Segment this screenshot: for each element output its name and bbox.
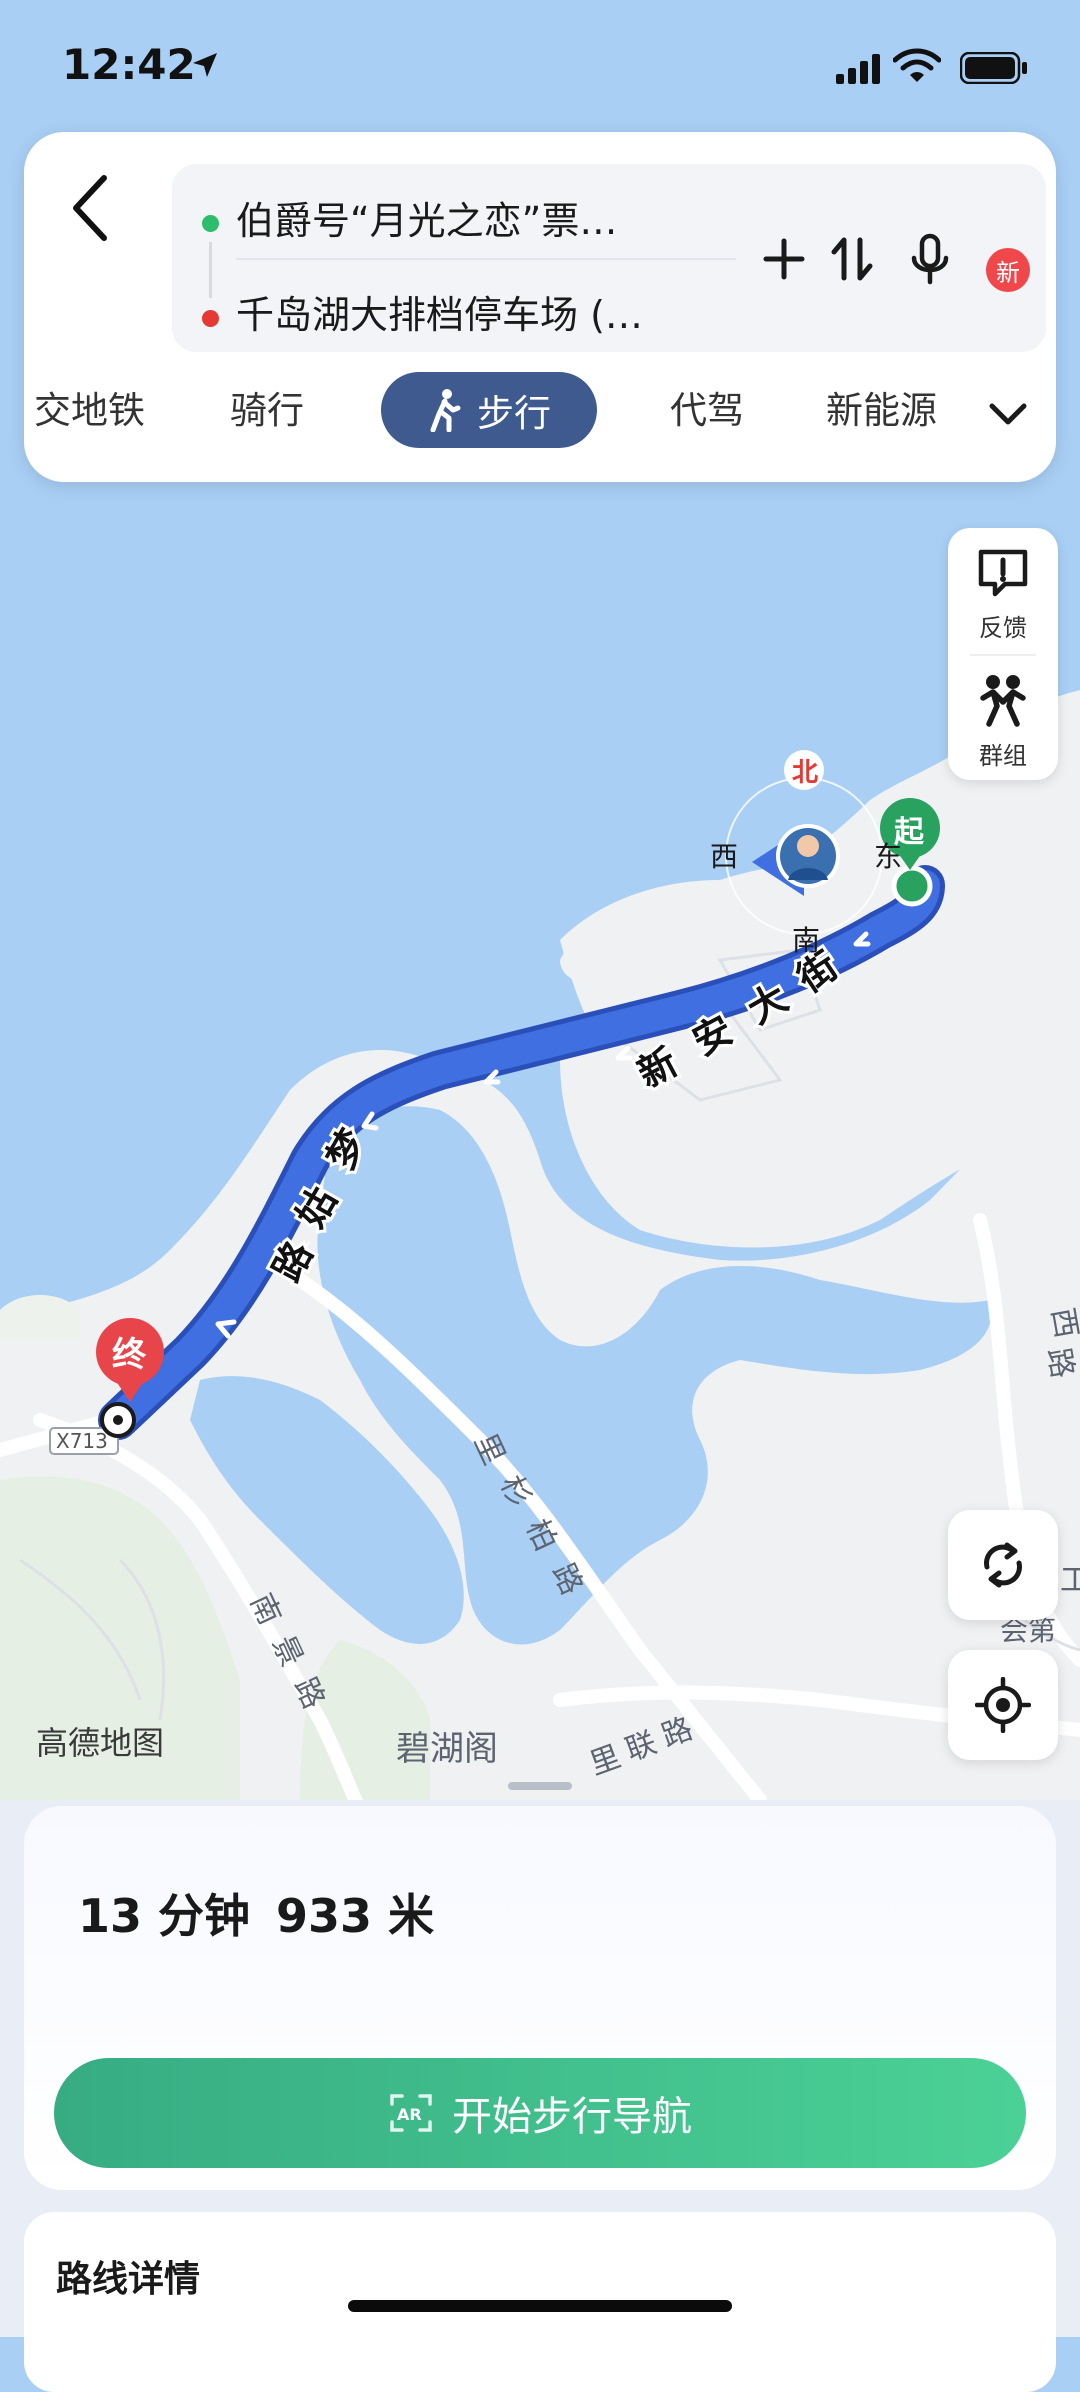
map-tools-panel: 反馈 群组	[948, 528, 1058, 780]
map-watermark: 高德地图	[36, 1724, 165, 1762]
svg-text:北: 北	[792, 758, 818, 788]
home-indicator[interactable]	[348, 2300, 732, 2312]
svg-text:终: 终	[112, 1335, 147, 1375]
place-label-right-1: 工	[1060, 1563, 1080, 1598]
back-arrow-icon[interactable]	[60, 168, 120, 248]
group-button[interactable]: 群组	[948, 656, 1058, 776]
add-waypoint-icon[interactable]	[754, 226, 814, 292]
chevron-down-icon[interactable]	[984, 390, 1032, 438]
end-location-field[interactable]: 千岛湖大排档停车场 (…	[236, 284, 643, 339]
wifi-icon	[893, 48, 941, 82]
svg-text:南: 南	[792, 924, 820, 957]
route-distance: 933 米	[276, 1889, 435, 1943]
battery-icon	[960, 52, 1027, 84]
svg-text:AR: AR	[397, 2105, 422, 2124]
route-search-card: 伯爵号“月光之恋”票… 千岛湖大排档停车场 (… 交地铁 骑行 步行 代驾 新能…	[24, 132, 1056, 482]
start-walking-navigation-button[interactable]: AR 开始步行导航	[54, 2058, 1026, 2168]
route-connector	[209, 242, 212, 298]
place-label-bihu: 碧湖阁	[396, 1729, 498, 1769]
route-inputs: 伯爵号“月光之恋”票… 千岛湖大排档停车场 (…	[172, 164, 1046, 352]
feedback-icon	[978, 549, 1028, 597]
status-bar: 12:42	[0, 0, 1080, 130]
feedback-button[interactable]: 反馈	[948, 528, 1058, 648]
signal-icon	[836, 54, 880, 84]
road-label-right-1: 西	[1044, 1305, 1080, 1341]
new-badge: 新	[986, 248, 1030, 292]
svg-text:东: 东	[874, 840, 902, 873]
tab-walking[interactable]: 步行	[381, 372, 597, 448]
end-dot	[202, 310, 219, 327]
refresh-icon	[984, 1542, 1022, 1588]
crosshair-icon	[975, 1677, 1031, 1733]
group-icon	[980, 675, 1026, 727]
status-time: 12:42	[62, 40, 196, 89]
tab-walking-label: 步行	[477, 392, 551, 435]
bottom-sheet: 13 分钟 933 米 AR 开始步行导航 路线详情	[0, 1782, 1080, 2392]
feedback-label: 反馈	[979, 614, 1027, 642]
sheet-drag-handle[interactable]	[508, 1782, 572, 1790]
locate-me-button[interactable]	[948, 1650, 1058, 1760]
tab-new-energy[interactable]: 新能源	[826, 380, 937, 434]
tab-designated-driver[interactable]: 代驾	[670, 380, 744, 434]
location-arrow-icon	[193, 53, 217, 77]
route-details-title: 路线详情	[56, 2259, 201, 2300]
start-dot	[202, 215, 219, 232]
refresh-route-button[interactable]	[948, 1510, 1058, 1620]
start-navigation-label: 开始步行导航	[452, 2094, 692, 2140]
route-summary: 13 分钟 933 米	[78, 1880, 460, 1946]
microphone-icon[interactable]	[900, 226, 960, 292]
ar-icon: AR	[390, 2094, 432, 2132]
route-duration: 13 分钟	[78, 1889, 251, 1943]
travel-mode-tabs: 交地铁 骑行 步行 代驾 新能源	[24, 360, 1056, 470]
start-location-field[interactable]: 伯爵号“月光之恋”票…	[236, 190, 617, 245]
svg-text:X713: X713	[56, 1429, 108, 1453]
road-label-right-2: 路	[1040, 1345, 1080, 1381]
group-label: 群组	[979, 742, 1027, 770]
tab-transit[interactable]: 交地铁	[34, 380, 145, 434]
swap-icon[interactable]	[822, 226, 882, 292]
divider	[236, 258, 736, 260]
tab-cycling[interactable]: 骑行	[230, 380, 304, 434]
svg-text:西: 西	[710, 840, 738, 873]
walking-icon	[430, 389, 461, 432]
route-summary-card: 13 分钟 933 米 AR 开始步行导航	[24, 1806, 1056, 2190]
